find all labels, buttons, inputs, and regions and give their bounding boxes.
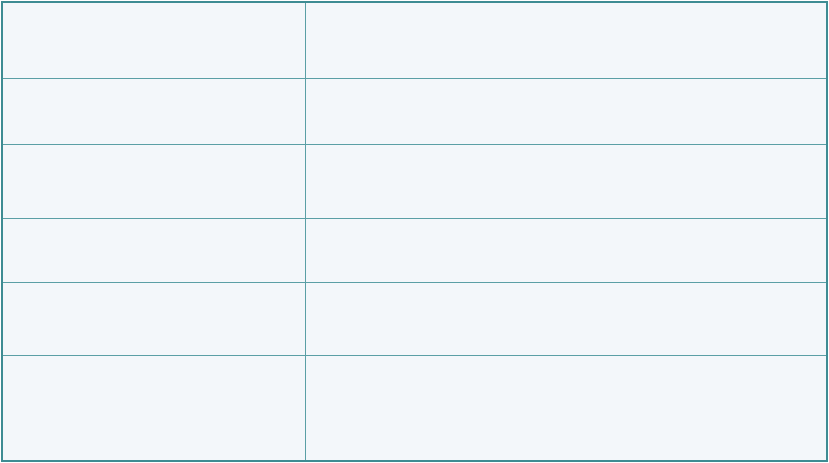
table-cell-label (3, 282, 306, 357)
table-cell-label (3, 143, 306, 219)
table-cell-value (305, 217, 826, 284)
table-row (3, 355, 826, 460)
table-cell-label (3, 3, 306, 79)
table-cell-value (305, 77, 826, 145)
table-cell-value (305, 143, 826, 219)
table-row (3, 143, 826, 219)
table-row (3, 282, 826, 357)
table-cell-value (305, 355, 826, 460)
table-row (3, 77, 826, 145)
table-cell-label (3, 217, 306, 284)
table-grid (3, 3, 826, 460)
table-cell-value (305, 282, 826, 357)
table-cell-label (3, 77, 306, 145)
table-cell-label (3, 355, 306, 460)
table-row (3, 217, 826, 284)
table-row (3, 3, 826, 79)
empty-table (1, 1, 828, 462)
table-cell-value (305, 3, 826, 79)
